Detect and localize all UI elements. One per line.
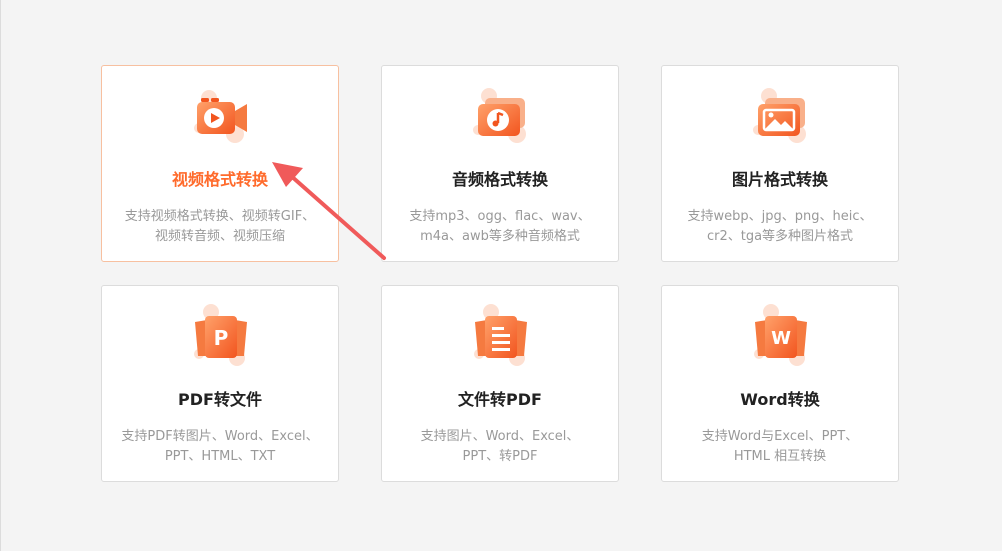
video-icon bbox=[194, 90, 247, 143]
card-title: PDF转文件 bbox=[178, 390, 262, 409]
card-description-line: m4a、awb等多种音频格式 bbox=[420, 229, 580, 244]
card-description-line: PPT、HTML、TXT bbox=[164, 449, 276, 464]
card-video-convert[interactable]: 视频格式转换 支持视频格式转换、视频转GIF、 视频转音频、视频压缩 bbox=[101, 65, 339, 262]
card-description-line: 支持PDF转图片、Word、Excel、 bbox=[121, 429, 319, 444]
card-title: 音频格式转换 bbox=[451, 170, 548, 189]
word-icon: W bbox=[754, 304, 807, 366]
card-description-line: 支持mp3、ogg、flac、wav、 bbox=[409, 209, 591, 224]
card-pdf-to-file[interactable]: P PDF转文件 支持PDF转图片、Word、Excel、 PPT、HTML、T… bbox=[101, 285, 339, 482]
card-description-line: PPT、转PDF bbox=[462, 449, 538, 464]
card-description-line: HTML 相互转换 bbox=[733, 449, 827, 464]
svg-text:P: P bbox=[214, 326, 229, 350]
card-image-convert[interactable]: 图片格式转换 支持webp、jpg、png、heic、 cr2、tga等多种图片… bbox=[661, 65, 899, 262]
image-icon bbox=[753, 88, 806, 143]
card-file-to-pdf[interactable]: 文件转PDF 支持图片、Word、Excel、 PPT、转PDF bbox=[381, 285, 619, 482]
card-description: 支持视频格式转换、视频转GIF、 视频转音频、视频压缩 bbox=[108, 207, 332, 247]
card-description: 支持图片、Word、Excel、 PPT、转PDF bbox=[388, 427, 612, 467]
window-border bbox=[0, 0, 1, 551]
card-title: 文件转PDF bbox=[458, 390, 542, 409]
document-icon bbox=[474, 304, 527, 366]
card-description-line: cr2、tga等多种图片格式 bbox=[706, 229, 854, 244]
card-description: 支持mp3、ogg、flac、wav、 m4a、awb等多种音频格式 bbox=[388, 207, 612, 247]
card-description-line: 视频转音频、视频压缩 bbox=[154, 229, 285, 244]
card-description: 支持PDF转图片、Word、Excel、 PPT、HTML、TXT bbox=[108, 427, 332, 467]
card-description: 支持Word与Excel、PPT、 HTML 相互转换 bbox=[668, 427, 892, 467]
converter-home: 视频格式转换 支持视频格式转换、视频转GIF、 视频转音频、视频压缩 音频格式转… bbox=[0, 0, 1002, 551]
card-title: Word转换 bbox=[740, 390, 820, 409]
audio-icon bbox=[473, 88, 526, 143]
card-word-convert[interactable]: W Word转换 支持Word与Excel、PPT、 HTML 相互转换 bbox=[661, 285, 899, 482]
card-description: 支持webp、jpg、png、heic、 cr2、tga等多种图片格式 bbox=[668, 207, 892, 247]
card-description-line: 支持图片、Word、Excel、 bbox=[420, 429, 580, 444]
card-title: 图片格式转换 bbox=[731, 170, 828, 189]
card-description-line: 支持视频格式转换、视频转GIF、 bbox=[124, 209, 316, 224]
card-description-line: 支持webp、jpg、png、heic、 bbox=[687, 209, 873, 224]
pdf-icon: P bbox=[194, 304, 247, 366]
svg-text:W: W bbox=[771, 328, 791, 349]
card-audio-convert[interactable]: 音频格式转换 支持mp3、ogg、flac、wav、 m4a、awb等多种音频格… bbox=[381, 65, 619, 262]
card-description-line: 支持Word与Excel、PPT、 bbox=[701, 429, 859, 444]
card-title: 视频格式转换 bbox=[171, 170, 268, 189]
